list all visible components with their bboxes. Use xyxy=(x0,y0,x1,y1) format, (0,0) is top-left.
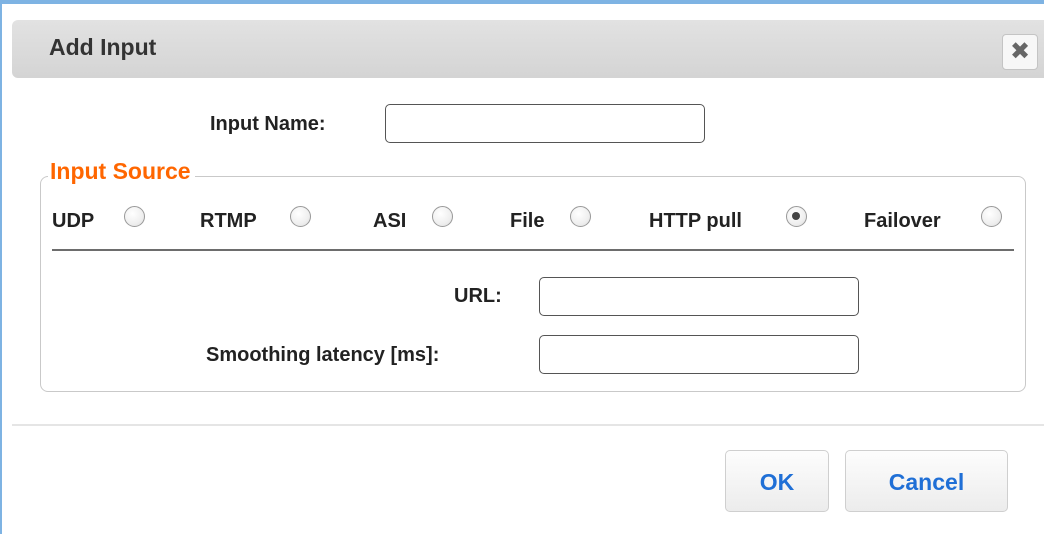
ok-button[interactable]: OK xyxy=(725,450,829,512)
dialog-title: Add Input xyxy=(49,34,157,60)
radio-file[interactable] xyxy=(570,206,591,227)
radio-label-rtmp: RTMP xyxy=(200,210,257,232)
radio-label-file: File xyxy=(510,210,545,232)
url-input[interactable] xyxy=(539,277,859,316)
close-icon: ✖ xyxy=(1009,38,1031,65)
input-source-group xyxy=(40,176,1026,392)
radio-rtmp[interactable] xyxy=(290,206,311,227)
input-name-label: Input Name: xyxy=(210,113,326,135)
radio-http-pull[interactable] xyxy=(786,206,807,227)
dialog-titlebar[interactable]: Add Input ✖ xyxy=(12,20,1044,78)
radio-asi[interactable] xyxy=(432,206,453,227)
radio-label-http-pull: HTTP pull xyxy=(649,210,742,232)
window-top-border xyxy=(0,0,1044,4)
radio-failover[interactable] xyxy=(981,206,1002,227)
input-source-legend: Input Source xyxy=(48,158,195,185)
window-left-border xyxy=(0,0,2,534)
close-button[interactable]: ✖ xyxy=(1002,34,1038,70)
radio-label-failover: Failover xyxy=(864,210,941,232)
radio-label-asi: ASI xyxy=(373,210,407,232)
cancel-button[interactable]: Cancel xyxy=(845,450,1008,512)
source-separator xyxy=(52,249,1014,251)
input-name-field[interactable] xyxy=(385,104,705,143)
footer-divider xyxy=(12,424,1044,426)
url-label: URL: xyxy=(454,285,502,307)
smoothing-latency-input[interactable] xyxy=(539,335,859,374)
radio-udp[interactable] xyxy=(124,206,145,227)
smoothing-latency-label: Smoothing latency [ms]: xyxy=(206,344,440,366)
radio-label-udp: UDP xyxy=(52,210,95,232)
